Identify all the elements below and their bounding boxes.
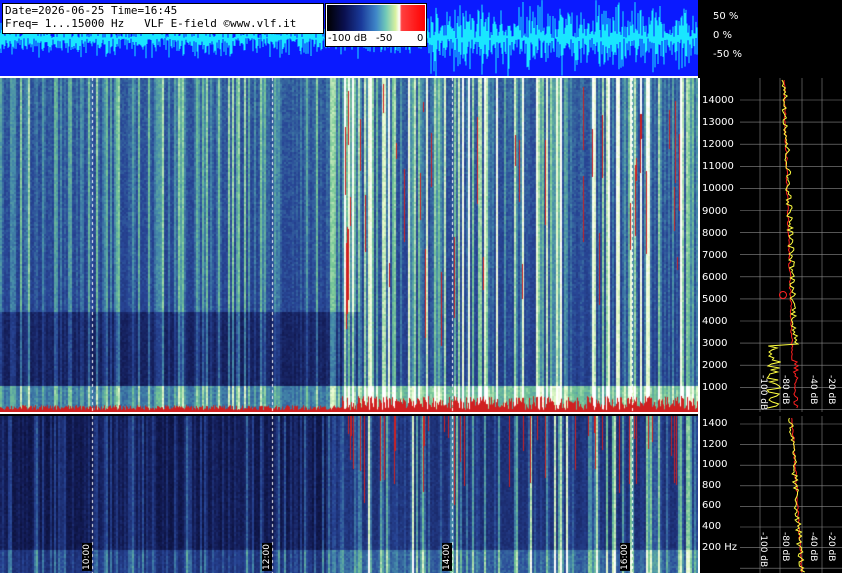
waveform-scale-mid: 0 %: [713, 30, 733, 41]
date-time-text: Date=2026-06-25 Time=16:45: [5, 4, 178, 17]
db-tick-label-low: -100 dB: [758, 532, 768, 568]
time-tick-label: 10:00: [82, 543, 92, 571]
spectrum-profile-plot: [740, 78, 842, 573]
spectrogram-low-frequency: [0, 416, 698, 573]
db-tick-label: -80 dB: [780, 375, 790, 405]
spectrogram-main: [0, 78, 698, 412]
db-tick-label: -20 dB: [826, 375, 836, 405]
time-tick-label: 12:00: [262, 543, 272, 571]
divider-middle: [0, 412, 698, 414]
db-tick-label-low: -40 dB: [808, 532, 818, 562]
colorbar-max-label: 0: [417, 33, 424, 44]
db-tick-label: -40 dB: [808, 375, 818, 405]
color-scale-legend: -100 dB -50 0: [325, 3, 427, 47]
time-tick-label: 16:00: [620, 543, 630, 571]
color-gradient: [327, 5, 425, 31]
current-spectrum-curve: [766, 79, 800, 409]
colorbar-min-label: -100 dB: [328, 33, 368, 44]
info-box: Date=2026-06-25 Time=16:45 Freq= 1...150…: [2, 3, 324, 34]
frequency-text: Freq= 1...15000 Hz VLF E-field ©www.vlf.…: [5, 17, 297, 30]
marker-circle: [779, 291, 787, 299]
db-tick-label-low: -80 dB: [780, 532, 790, 562]
db-tick-label-low: -20 dB: [826, 532, 836, 562]
waveform-scale-top: 50 %: [713, 11, 739, 22]
waveform-scale-bottom: -50 %: [713, 49, 743, 60]
colorbar-mid-label: -50: [376, 33, 393, 44]
time-tick-label: 14:00: [442, 543, 452, 571]
db-tick-label: -100 dB: [758, 375, 768, 411]
